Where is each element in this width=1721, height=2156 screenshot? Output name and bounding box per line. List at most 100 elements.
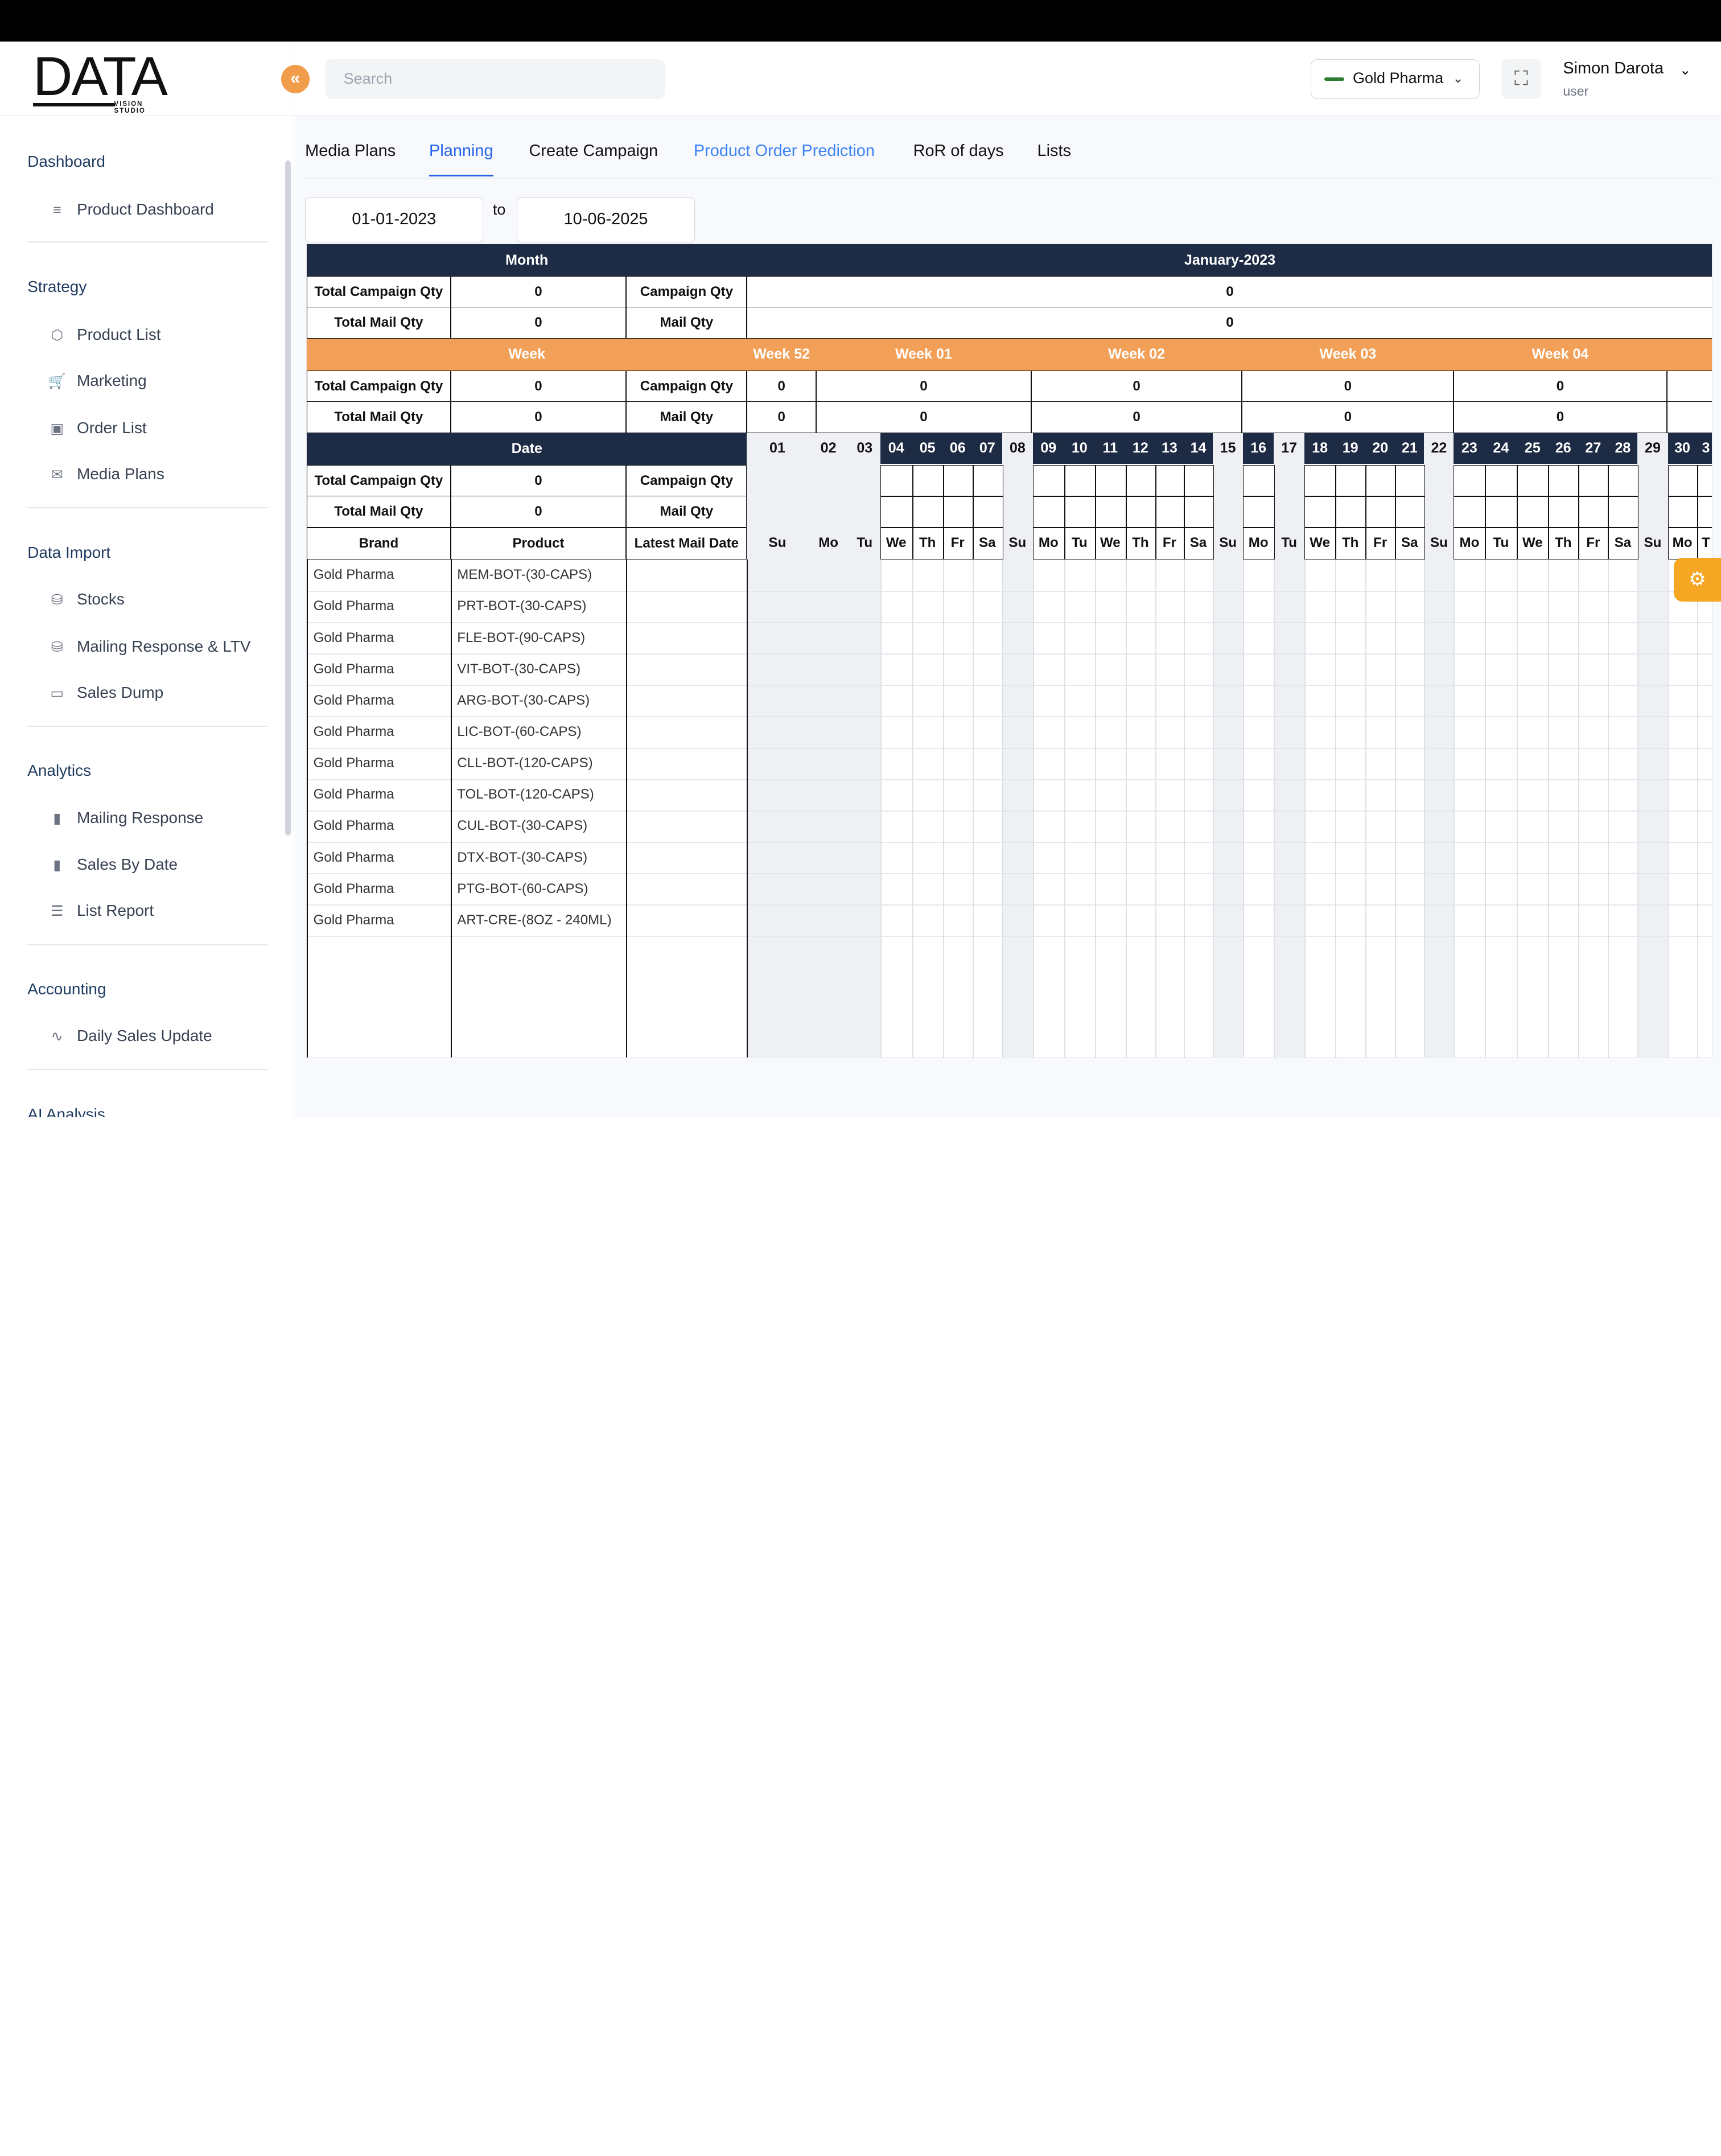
- day-qty-cell[interactable]: [1184, 495, 1214, 528]
- day-qty-cell[interactable]: [1548, 495, 1580, 528]
- collapse-sidebar-button[interactable]: «: [281, 64, 310, 93]
- day-qty-cell[interactable]: [1454, 495, 1487, 528]
- day-qty-cell[interactable]: [1578, 495, 1609, 528]
- day-qty-cell[interactable]: [1365, 464, 1397, 497]
- day-qty-cell[interactable]: [1365, 527, 1397, 559]
- day-qty-cell[interactable]: [1517, 527, 1550, 559]
- sidebar-item-media-plans[interactable]: ✉ Media Plans: [48, 463, 164, 485]
- day-qty-cell[interactable]: [942, 464, 974, 497]
- day-qty-cell[interactable]: [1064, 495, 1096, 528]
- search-input[interactable]: Search: [324, 59, 665, 99]
- day-qty-cell[interactable]: [1335, 527, 1367, 559]
- day-qty-cell[interactable]: [942, 495, 974, 528]
- day-qty-cell[interactable]: [1517, 495, 1550, 528]
- day-qty-cell[interactable]: [912, 464, 944, 497]
- day-qty-cell[interactable]: [1094, 527, 1127, 559]
- table-row-latest-mail-date[interactable]: [626, 716, 747, 747]
- day-qty-cell[interactable]: [1454, 464, 1487, 497]
- day-qty-cell[interactable]: [1032, 527, 1065, 559]
- day-qty-cell[interactable]: [1155, 464, 1185, 497]
- day-qty-cell[interactable]: [1395, 527, 1426, 559]
- day-qty-cell[interactable]: [1184, 527, 1214, 559]
- day-qty-cell[interactable]: [1155, 495, 1185, 528]
- day-qty-cell[interactable]: [1365, 495, 1397, 528]
- tab-planning[interactable]: Planning: [429, 142, 494, 177]
- table-row-latest-mail-date[interactable]: [626, 685, 747, 716]
- table-row-latest-mail-date[interactable]: [626, 873, 747, 904]
- day-qty-cell[interactable]: [1335, 464, 1367, 497]
- table-row-latest-mail-date[interactable]: [626, 559, 747, 591]
- day-qty-cell[interactable]: [1608, 464, 1639, 497]
- day-qty-cell[interactable]: [880, 495, 913, 528]
- day-qty-cell[interactable]: [1304, 464, 1337, 497]
- day-qty-cell[interactable]: [1578, 527, 1609, 559]
- day-qty-cell[interactable]: [1243, 527, 1275, 559]
- sidebar-item-sales-by-date[interactable]: ▮ Sales By Date: [48, 854, 178, 876]
- day-qty-cell[interactable]: [1243, 495, 1275, 528]
- day-qty-cell[interactable]: [1548, 527, 1580, 559]
- day-qty-cell[interactable]: [1517, 464, 1550, 497]
- day-qty-cell[interactable]: [1608, 527, 1639, 559]
- day-qty-cell[interactable]: [1243, 464, 1275, 497]
- day-qty-cell[interactable]: [1125, 464, 1156, 497]
- day-qty-cell[interactable]: [1485, 527, 1518, 559]
- tab-lists[interactable]: Lists: [1037, 142, 1071, 161]
- day-qty-cell[interactable]: [912, 495, 944, 528]
- day-qty-cell[interactable]: [972, 495, 1003, 528]
- day-qty-cell[interactable]: [1184, 464, 1214, 497]
- day-qty-cell[interactable]: [1697, 464, 1712, 497]
- sidebar-item-marketing[interactable]: 🛒 Marketing: [48, 370, 147, 392]
- day-qty-cell[interactable]: [1485, 464, 1518, 497]
- table-row-latest-mail-date[interactable]: [626, 591, 747, 622]
- table-row-latest-mail-date[interactable]: [626, 904, 747, 936]
- day-qty-cell[interactable]: [1668, 527, 1698, 559]
- day-qty-cell[interactable]: [912, 527, 944, 559]
- sidebar-item-list-report[interactable]: ☰ List Report: [48, 900, 154, 922]
- day-qty-cell[interactable]: [1395, 464, 1426, 497]
- table-row-latest-mail-date[interactable]: [626, 748, 747, 779]
- table-row-latest-mail-date[interactable]: [626, 653, 747, 685]
- day-qty-cell[interactable]: [1454, 527, 1487, 559]
- table-row-latest-mail-date[interactable]: [626, 622, 747, 653]
- fullscreen-icon[interactable]: ⛶: [1501, 59, 1541, 99]
- sidebar-item-sales-dump[interactable]: ▭ Sales Dump: [48, 682, 163, 704]
- date-from-input[interactable]: 01-01-2023: [305, 198, 483, 243]
- tab-media-plans[interactable]: Media Plans: [305, 142, 396, 161]
- day-qty-cell[interactable]: [1395, 495, 1426, 528]
- day-qty-cell[interactable]: [880, 464, 913, 497]
- day-qty-cell[interactable]: [1064, 464, 1096, 497]
- day-qty-cell[interactable]: [1335, 495, 1367, 528]
- day-qty-cell[interactable]: [1094, 464, 1127, 497]
- day-qty-cell[interactable]: [1094, 495, 1127, 528]
- day-qty-cell[interactable]: [1125, 527, 1156, 559]
- tab-create-campaign[interactable]: Create Campaign: [529, 142, 658, 161]
- day-qty-cell[interactable]: [1304, 527, 1337, 559]
- day-qty-cell[interactable]: [1125, 495, 1156, 528]
- sidebar-item-mailing-response-ltv[interactable]: ⛁ Mailing Response & LTV: [48, 636, 251, 658]
- date-to-input[interactable]: 10-06-2025: [517, 198, 695, 243]
- settings-gear-icon[interactable]: ⚙: [1674, 557, 1721, 602]
- table-row-latest-mail-date[interactable]: [626, 842, 747, 873]
- day-qty-cell[interactable]: [1548, 464, 1580, 497]
- day-qty-cell[interactable]: [1578, 464, 1609, 497]
- day-qty-cell[interactable]: [1697, 527, 1712, 559]
- day-qty-cell[interactable]: [1155, 527, 1185, 559]
- day-qty-cell[interactable]: [972, 527, 1003, 559]
- day-qty-cell[interactable]: [1608, 495, 1639, 528]
- user-menu-chevron-icon[interactable]: ⌄: [1679, 61, 1691, 79]
- sidebar-item-daily-sales-update[interactable]: ∿ Daily Sales Update: [48, 1025, 212, 1047]
- sidebar-item-order-list[interactable]: ▣ Order List: [48, 417, 146, 439]
- day-qty-cell[interactable]: [1064, 527, 1096, 559]
- day-qty-cell[interactable]: [1697, 495, 1712, 528]
- sidebar-scrollbar[interactable]: [285, 160, 291, 836]
- day-qty-cell[interactable]: [1032, 495, 1065, 528]
- day-qty-cell[interactable]: [1032, 464, 1065, 497]
- company-selector[interactable]: Gold Pharma ⌄: [1310, 59, 1480, 99]
- tab-product-order-prediction[interactable]: Product Order Prediction: [694, 142, 875, 161]
- table-row-latest-mail-date[interactable]: [626, 810, 747, 842]
- day-qty-cell[interactable]: [972, 464, 1003, 497]
- sidebar-item-stocks[interactable]: ⛁ Stocks: [48, 589, 125, 611]
- user-name[interactable]: Simon Darota: [1563, 59, 1664, 78]
- day-qty-cell[interactable]: [942, 527, 974, 559]
- day-qty-cell[interactable]: [1668, 464, 1698, 497]
